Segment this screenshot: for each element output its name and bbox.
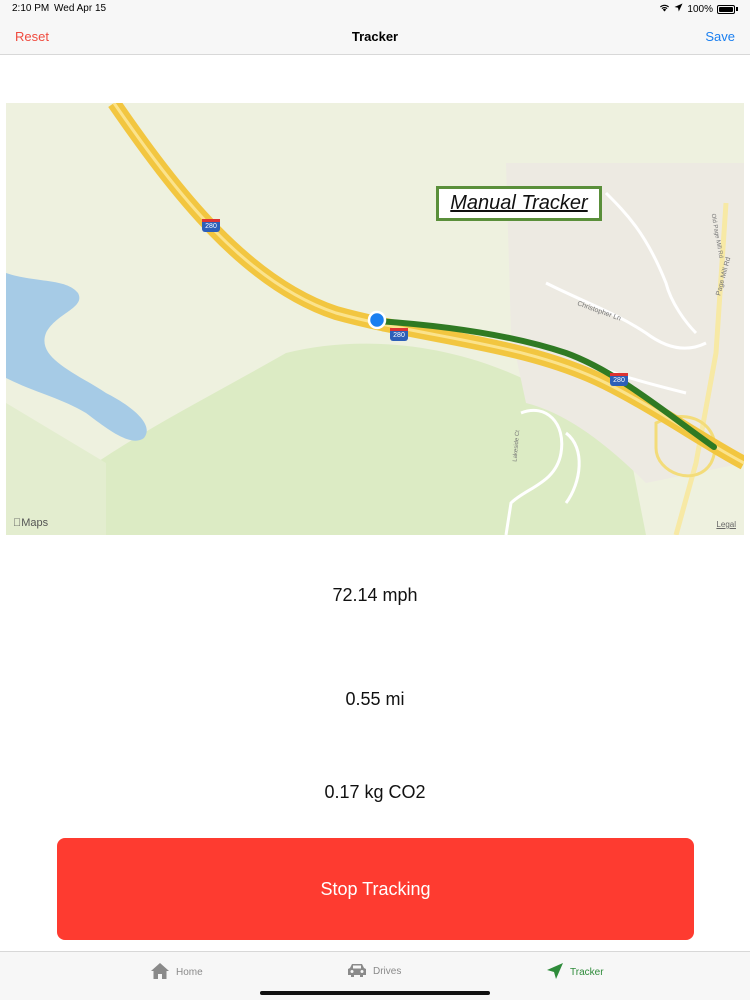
highway-shield-label: 280 bbox=[205, 223, 217, 230]
battery-percent: 100% bbox=[687, 3, 713, 15]
page-title: Tracker bbox=[351, 29, 399, 44]
park-area-west bbox=[6, 403, 106, 535]
current-location-dot bbox=[367, 310, 387, 330]
maps-logo-text: Maps bbox=[13, 517, 48, 529]
battery-icon bbox=[717, 4, 735, 14]
save-button[interactable]: Save bbox=[705, 29, 735, 44]
status-bar: 2:10 PM Wed Apr 15 100% bbox=[0, 0, 750, 18]
location-arrow-icon bbox=[546, 962, 564, 983]
tracker-screen: 2:10 PM Wed Apr 15 100% Reset Tracker Sa… bbox=[0, 0, 750, 1000]
highway-shield-label: 280 bbox=[613, 377, 625, 384]
apple-maps-logo: Maps bbox=[13, 517, 48, 529]
car-icon bbox=[347, 962, 367, 981]
stop-tracking-label: Stop Tracking bbox=[320, 878, 431, 899]
highway-shield-label: 280 bbox=[393, 332, 405, 339]
co2-value: 0.17 kg CO2 bbox=[324, 782, 426, 802]
route-map[interactable]: 280 280 280 Christopher Ln Page Mill Rd … bbox=[6, 103, 744, 535]
lake bbox=[6, 273, 147, 441]
status-time: 2:10 PM bbox=[12, 3, 50, 14]
wifi-icon bbox=[659, 3, 670, 15]
distance-value: 0.55 mi bbox=[345, 689, 405, 709]
tab-tracker[interactable]: Tracker bbox=[546, 962, 604, 983]
home-indicator bbox=[260, 991, 490, 995]
stop-tracking-button[interactable]: Stop Tracking bbox=[57, 838, 694, 940]
home-icon bbox=[150, 962, 170, 983]
apple-logo-icon:  bbox=[13, 517, 21, 529]
navigation-bar: Reset Tracker Save bbox=[0, 18, 750, 55]
battery-tip bbox=[736, 7, 738, 11]
status-date: Wed Apr 15 bbox=[54, 3, 107, 14]
tab-drives[interactable]: Drives bbox=[347, 962, 401, 981]
tab-drives-label: Drives bbox=[373, 966, 402, 977]
tab-home-label: Home bbox=[176, 967, 203, 978]
manual-tracker-label-box: Manual Tracker bbox=[436, 186, 602, 221]
location-icon bbox=[674, 3, 683, 15]
tab-tracker-label: Tracker bbox=[570, 967, 604, 978]
status-indicators: 100% bbox=[659, 3, 738, 15]
manual-tracker-label: Manual Tracker bbox=[450, 192, 588, 214]
legal-link[interactable]: Legal bbox=[716, 520, 736, 529]
speed-value: 72.14 mph bbox=[332, 585, 418, 605]
tab-home[interactable]: Home bbox=[150, 962, 203, 983]
map-canvas bbox=[6, 103, 744, 535]
